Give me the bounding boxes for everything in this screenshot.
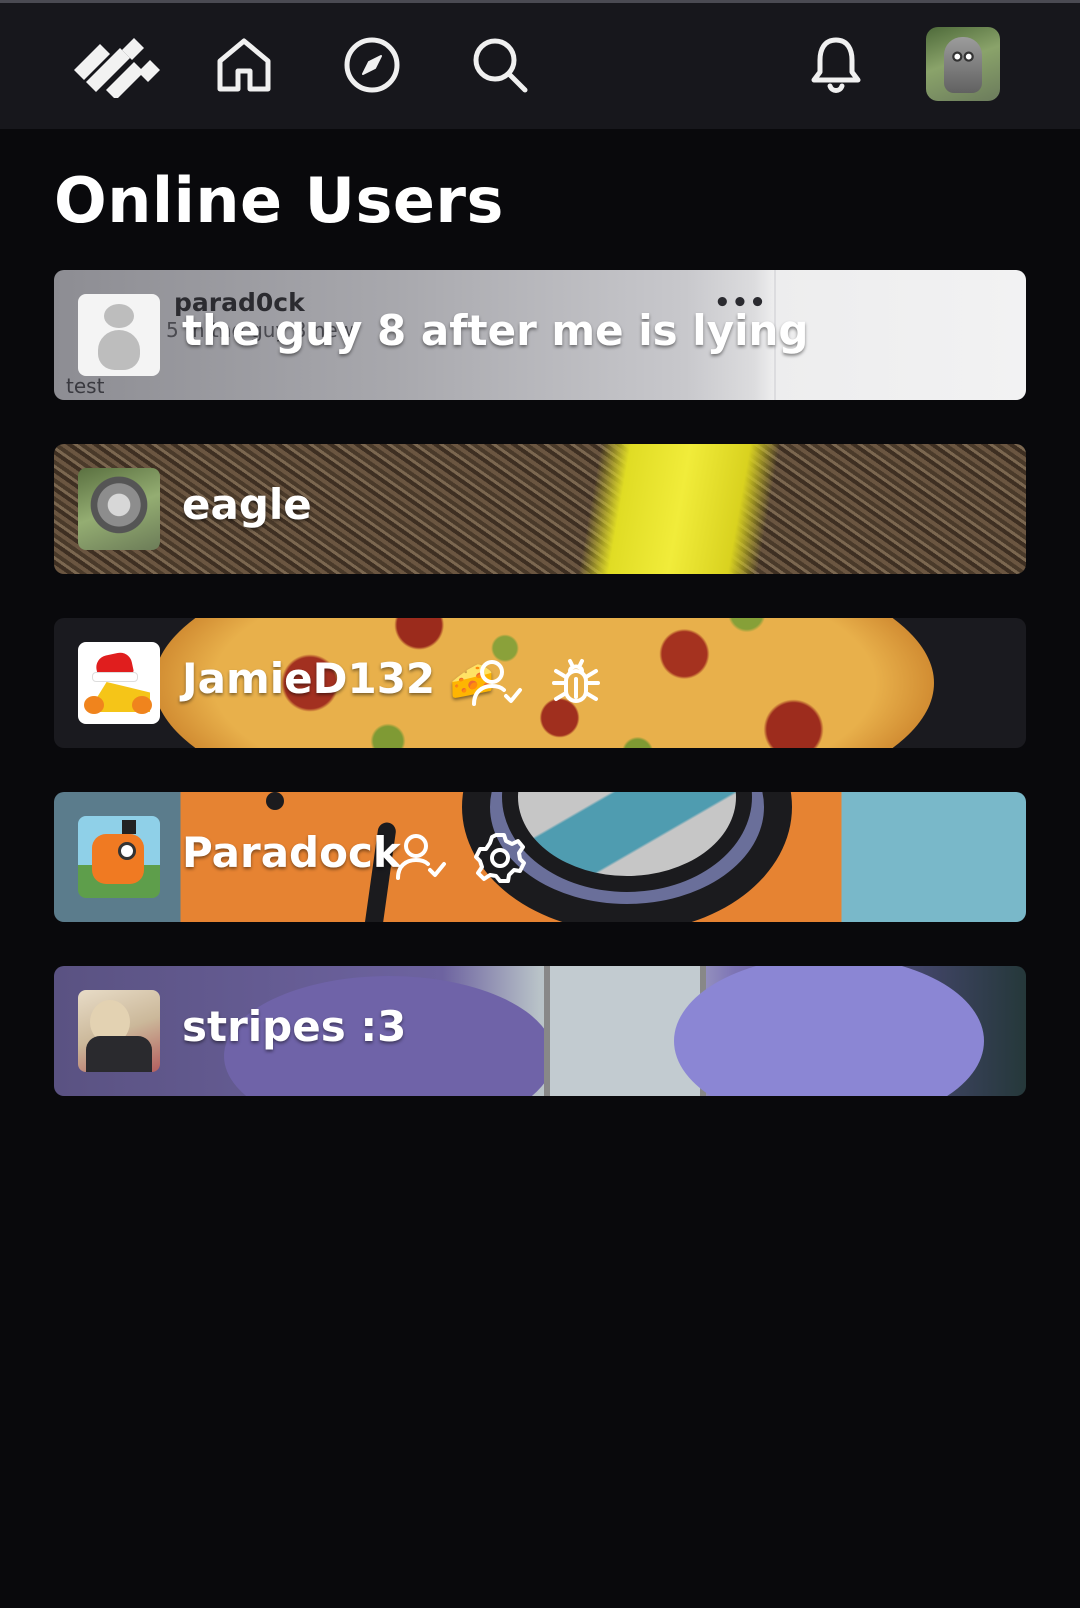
gear-icon: [474, 828, 526, 886]
verified-user-icon: [472, 654, 524, 712]
user-card[interactable]: eagle: [54, 444, 1026, 574]
user-card[interactable]: parad0ck 5 m the guy 8 new test ••• the …: [54, 270, 1026, 400]
compass-icon[interactable]: [334, 27, 410, 103]
username: Paradock: [182, 828, 401, 877]
home-icon[interactable]: [206, 27, 282, 103]
top-navbar: [0, 3, 1080, 129]
bug-icon: [550, 654, 602, 712]
profile-avatar[interactable]: [926, 27, 1000, 101]
username-text: JamieD132: [182, 654, 436, 703]
avatar: [78, 816, 160, 898]
background-post-text: test: [66, 374, 105, 398]
avatar: [78, 294, 160, 376]
verified-user-icon: [396, 828, 448, 886]
app-logo-icon[interactable]: [72, 27, 164, 103]
username: stripes :3: [182, 1002, 407, 1051]
avatar: [78, 990, 160, 1072]
username: JamieD132 🧀: [182, 654, 495, 703]
search-icon[interactable]: [462, 27, 538, 103]
bell-icon[interactable]: [798, 27, 874, 103]
user-card[interactable]: Paradock: [54, 792, 1026, 922]
page-title: Online Users: [54, 164, 504, 237]
user-card[interactable]: JamieD132 🧀: [54, 618, 1026, 748]
avatar: [78, 468, 160, 550]
user-card[interactable]: stripes :3: [54, 966, 1026, 1096]
avatar: [78, 642, 160, 724]
username: eagle: [182, 480, 312, 529]
username: the guy 8 after me is lying: [182, 306, 809, 355]
